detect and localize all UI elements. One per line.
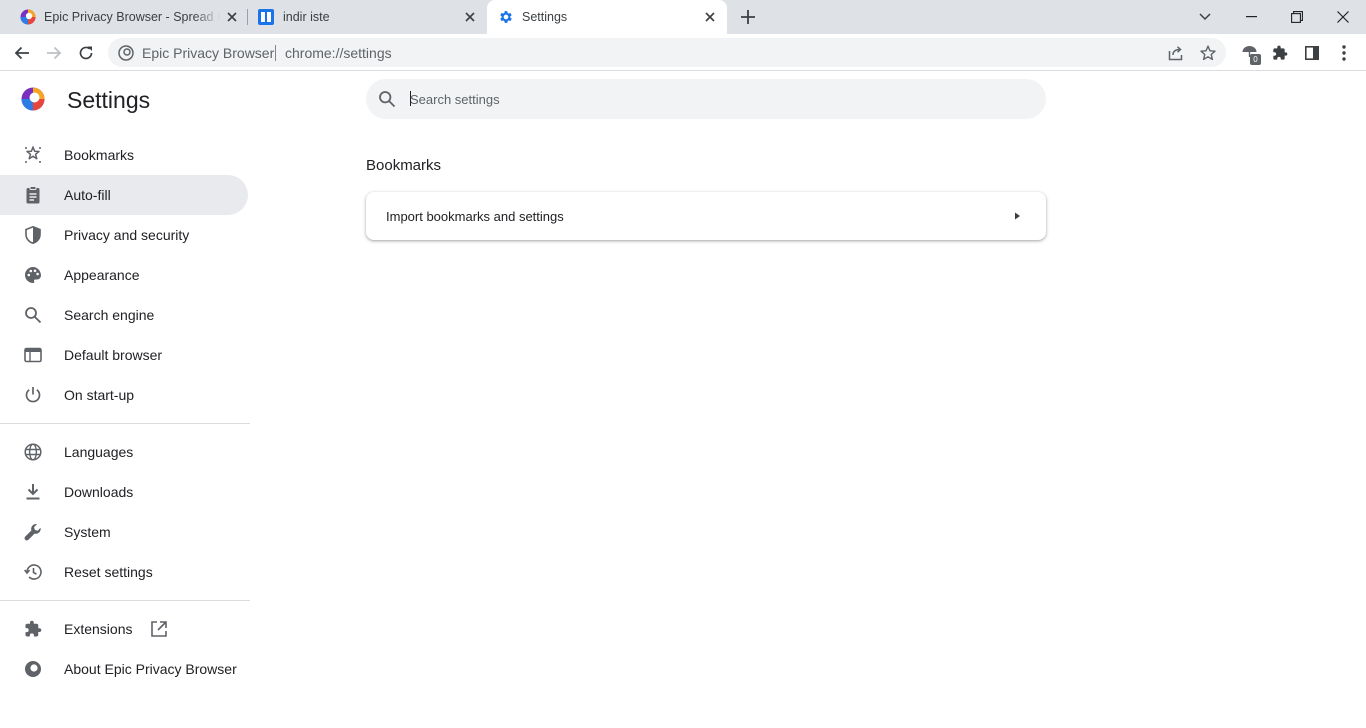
sidebar-item-autofill[interactable]: Auto-fill [0,175,248,215]
close-window-button[interactable] [1331,5,1355,29]
close-tab-icon[interactable] [224,9,240,25]
tab-title: Settings [522,10,568,24]
side-panel-icon [1305,46,1319,60]
restore-button[interactable] [1285,5,1309,29]
browser-window-icon [24,347,42,363]
back-button[interactable] [10,41,34,65]
sidebar-item-label: Auto-fill [64,187,111,203]
epic-logo-icon [118,45,134,61]
puzzle-icon [1273,45,1288,60]
import-bookmarks-label: Import bookmarks and settings [386,209,564,224]
gear-icon [500,11,512,23]
puzzle-icon [25,620,42,637]
close-tab-icon[interactable] [702,9,718,25]
extensions-menu-button[interactable] [1268,41,1292,65]
sidebar-item-extensions[interactable]: Extensions [0,609,248,649]
minimize-button[interactable] [1239,5,1263,29]
sidebar-item-label: Extensions [64,621,133,637]
omnibox-divider [275,45,276,61]
side-panel-button[interactable] [1300,41,1324,65]
sidebar-item-label: Downloads [64,484,134,500]
share-button[interactable] [1166,43,1186,63]
sidebar-item-label: On start-up [64,387,135,403]
sidebar-item-label: Reset settings [64,564,153,580]
new-tab-button[interactable] [736,5,760,29]
sidebar-item-label: System [64,524,111,540]
back-arrow-icon [14,46,29,60]
sidebar-item-about[interactable]: About Epic Privacy Browser [0,649,248,689]
external-link-icon [151,621,167,637]
tab-settings[interactable]: Settings [487,0,727,34]
close-tab-icon[interactable] [462,9,478,25]
sidebar-item-label: Default browser [64,347,163,363]
grid-site-icon [258,9,274,25]
tab-epic-home[interactable]: Epic Privacy Browser - Spread Epic [0,0,246,34]
bookmark-star-button[interactable] [1198,43,1218,63]
extension-badge: 0 [1250,54,1261,65]
site-name: Epic Privacy Browser [142,45,275,61]
sidebar-item-appearance[interactable]: Appearance [0,255,248,295]
search-input[interactable] [410,88,1010,110]
epic-logo-icon [21,87,45,111]
tab-search-button[interactable] [1193,5,1217,29]
sidebar-item-downloads[interactable]: Downloads [0,472,248,512]
reload-button[interactable] [74,41,98,65]
palette-icon [25,267,41,283]
sidebar-divider [0,423,250,424]
search-icon [379,91,396,108]
globe-icon [24,443,42,461]
clipboard-icon [26,186,40,204]
power-icon [25,387,41,403]
sidebar-item-label: Appearance [64,267,140,283]
epic-logo-icon [25,661,41,677]
page-title: Settings [67,87,151,113]
toolbar: Epic Privacy Browser chrome://settings 0 [0,34,1366,71]
shield-icon [25,226,41,244]
sidebar-item-label: About Epic Privacy Browser [64,661,237,677]
kebab-menu-icon [1342,45,1346,61]
address-bar[interactable]: Epic Privacy Browser chrome://settings [108,38,1226,67]
forward-arrow-icon [47,46,62,60]
extension-button[interactable]: 0 [1238,41,1262,65]
forward-button[interactable] [42,41,66,65]
minimize-icon [1245,16,1257,18]
arrow-right-icon [1015,212,1020,220]
tab-strip: Epic Privacy Browser - Spread Epic indir… [0,0,1366,34]
sidebar-divider [0,600,250,601]
sidebar-item-search-engine[interactable]: Search engine [0,295,248,335]
chevron-down-icon [1199,13,1211,21]
settings-search-box[interactable] [366,79,1046,119]
menu-button[interactable] [1332,41,1356,65]
wrench-icon [24,524,41,541]
tab-indir-iste[interactable]: indir iste [248,0,486,34]
section-title: Bookmarks [366,157,442,174]
star-icon [1200,45,1216,61]
sidebar-item-system[interactable]: System [0,512,248,552]
epic-logo-icon [20,9,36,25]
sidebar-item-privacy[interactable]: Privacy and security [0,215,248,255]
sidebar-item-label: Languages [64,444,134,460]
sidebar-item-languages[interactable]: Languages [0,432,248,472]
tab-title: indir iste [283,10,330,24]
sidebar-item-label: Bookmarks [64,147,135,163]
sidebar-item-bookmarks[interactable]: Bookmarks [0,135,248,175]
url-text[interactable]: chrome://settings [285,45,392,61]
reload-icon [79,46,93,60]
plus-icon [741,10,755,24]
download-icon [26,484,40,500]
search-icon [25,307,42,324]
text-caret [410,91,411,106]
import-bookmarks-row[interactable]: Import bookmarks and settings [366,192,1046,240]
sidebar-item-label: Search engine [64,307,155,323]
sidebar-item-reset-settings[interactable]: Reset settings [0,552,248,592]
bookmarks-star-icon [25,146,41,163]
restore-icon [1291,11,1303,23]
sidebar-item-label: Privacy and security [64,227,190,243]
share-icon [1168,46,1183,61]
sidebar-item-startup[interactable]: On start-up [0,375,248,415]
history-icon [24,564,42,580]
close-icon [1337,11,1349,23]
sidebar-item-default-browser[interactable]: Default browser [0,335,248,375]
tab-title: Epic Privacy Browser - Spread Epic [44,10,220,24]
